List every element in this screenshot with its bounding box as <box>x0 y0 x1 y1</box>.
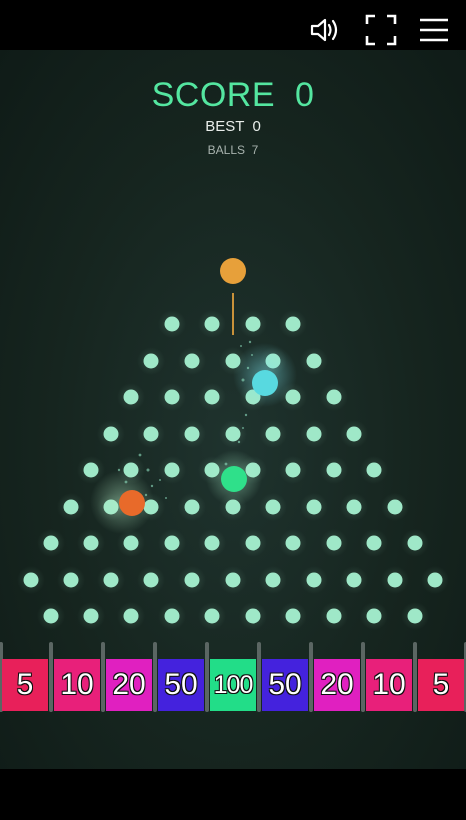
score-bucket: 20 <box>314 659 360 711</box>
peg <box>285 608 301 624</box>
peg <box>366 535 382 551</box>
peg <box>306 426 322 442</box>
peg <box>326 535 342 551</box>
orange-ball <box>119 490 145 516</box>
score-bucket: 50 <box>158 659 204 711</box>
bucket-divider <box>257 642 261 712</box>
score-bucket: 50 <box>262 659 308 711</box>
peg <box>204 608 220 624</box>
speaker-icon[interactable] <box>308 12 344 48</box>
peg <box>346 426 362 442</box>
peg <box>103 426 119 442</box>
score-bucket: 20 <box>106 659 152 711</box>
score-bucket: 5 <box>2 659 48 711</box>
bucket-divider <box>153 642 157 712</box>
peg <box>184 353 200 369</box>
peg <box>63 499 79 515</box>
peg <box>43 535 59 551</box>
peg <box>164 316 180 332</box>
peg <box>123 608 139 624</box>
peg <box>164 389 180 405</box>
peg <box>123 389 139 405</box>
game-board[interactable]: SCORE 0 BEST 0 BALLS 7 5 10 20 50 100 50… <box>0 50 466 769</box>
bucket-divider <box>49 642 53 712</box>
peg <box>204 316 220 332</box>
peg <box>123 535 139 551</box>
peg <box>164 608 180 624</box>
peg <box>387 572 403 588</box>
launcher-ball <box>220 258 246 284</box>
peg <box>63 572 79 588</box>
peg <box>326 462 342 478</box>
peg <box>387 499 403 515</box>
hamburger-menu-icon[interactable] <box>416 12 452 48</box>
peg <box>245 535 261 551</box>
peg <box>143 353 159 369</box>
peg <box>83 608 99 624</box>
peg <box>306 499 322 515</box>
score-bucket: 5 <box>418 659 464 711</box>
green-ball <box>221 466 247 492</box>
bucket-divider <box>361 642 365 712</box>
peg <box>306 353 322 369</box>
peg <box>184 499 200 515</box>
peg <box>285 316 301 332</box>
peg <box>346 572 362 588</box>
peg <box>306 572 322 588</box>
peg <box>326 389 342 405</box>
peg <box>204 389 220 405</box>
peg <box>164 462 180 478</box>
bucket-divider <box>205 642 209 712</box>
bucket-divider <box>101 642 105 712</box>
peg <box>366 608 382 624</box>
peg <box>184 426 200 442</box>
peg <box>285 462 301 478</box>
peg <box>143 426 159 442</box>
bottom-bar <box>0 769 466 820</box>
peg <box>204 535 220 551</box>
bucket-divider <box>413 642 417 712</box>
peg <box>427 572 443 588</box>
peg <box>346 499 362 515</box>
peg <box>43 608 59 624</box>
peg <box>23 572 39 588</box>
peg <box>407 535 423 551</box>
peg <box>184 572 200 588</box>
peg <box>225 426 241 442</box>
peg <box>83 535 99 551</box>
cyan-ball <box>252 370 278 396</box>
peg <box>285 535 301 551</box>
score-bucket: 10 <box>54 659 100 711</box>
peg <box>265 426 281 442</box>
peg <box>245 608 261 624</box>
peg <box>143 572 159 588</box>
peg <box>83 462 99 478</box>
fullscreen-icon[interactable] <box>363 12 399 48</box>
peg <box>103 572 119 588</box>
peg <box>366 462 382 478</box>
peg <box>407 608 423 624</box>
peg <box>245 316 261 332</box>
peg <box>225 572 241 588</box>
peg <box>265 572 281 588</box>
peg <box>265 499 281 515</box>
score-bucket: 100 <box>210 659 256 711</box>
top-toolbar <box>0 0 466 50</box>
bucket-divider <box>309 642 313 712</box>
peg <box>326 608 342 624</box>
score-bucket: 10 <box>366 659 412 711</box>
score-buckets: 5 10 20 50 100 50 20 10 5 <box>0 642 466 716</box>
peg <box>164 535 180 551</box>
